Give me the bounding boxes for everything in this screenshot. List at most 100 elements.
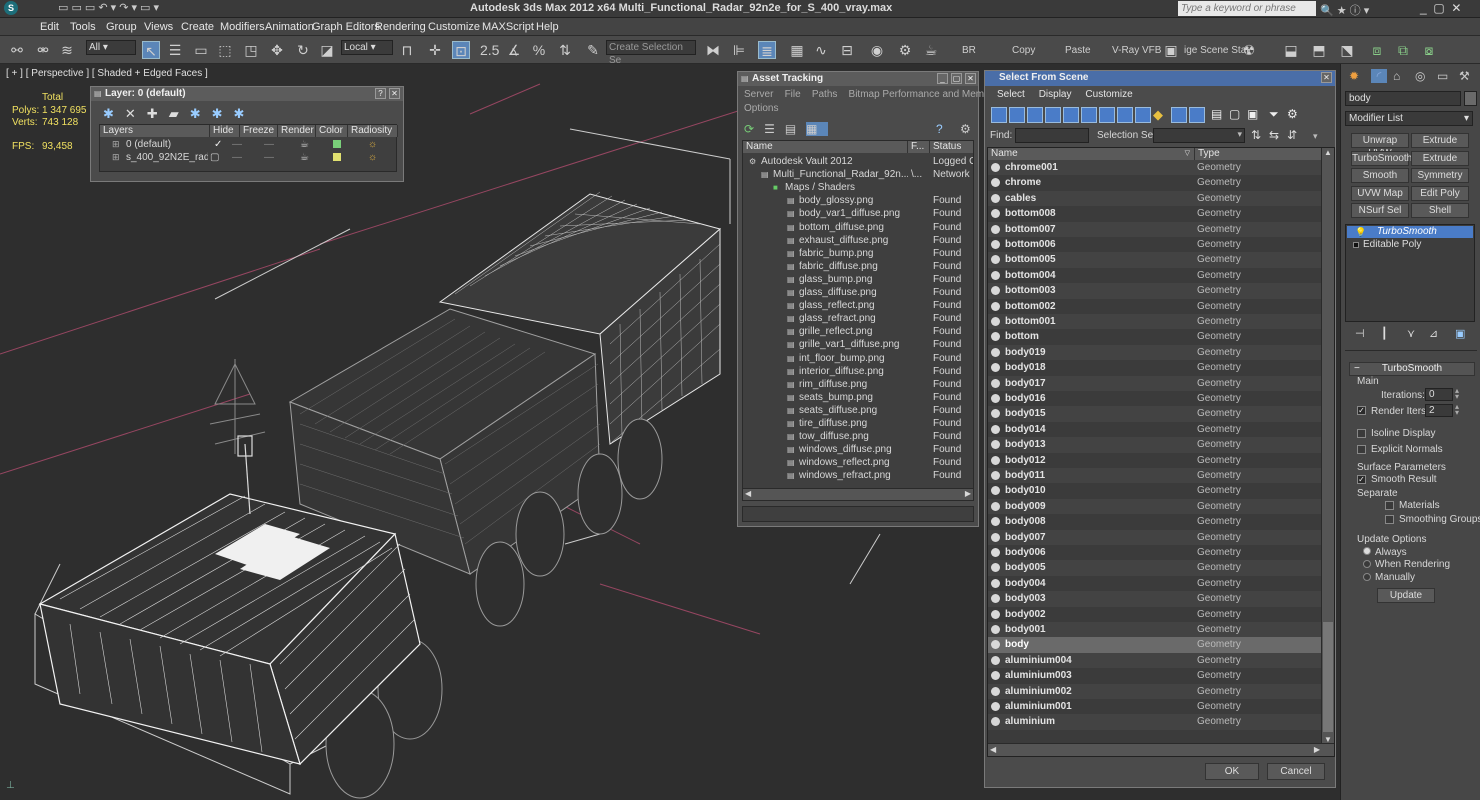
bulb-icon[interactable]: 💡	[1355, 226, 1366, 238]
sfs-row[interactable]: aluminium002 Geometry	[988, 683, 1323, 699]
asset-menu-bitmap[interactable]: Bitmap Performance and Memory	[849, 89, 999, 100]
select-move-icon[interactable]: ◳	[242, 41, 260, 59]
rectangle-selection-icon[interactable]: ▭	[192, 41, 210, 59]
asset-row[interactable]: ▤ windows_reflect.png Found	[743, 456, 973, 469]
filter-bones-icon[interactable]	[1135, 107, 1151, 123]
shell-button[interactable]: Shell	[1411, 203, 1469, 218]
edit-poly-button[interactable]: Edit Poly	[1411, 186, 1469, 201]
uvw-map-button[interactable]: UVW Map	[1351, 186, 1409, 201]
list-view-icon[interactable]: ☰	[764, 122, 785, 136]
color-col-header[interactable]: Color	[316, 125, 348, 137]
br-button[interactable]: BR	[962, 45, 976, 56]
filter-shapes-icon[interactable]	[1009, 107, 1025, 123]
menu-modifiers[interactable]: Modifiers	[220, 21, 265, 33]
radiation-icon[interactable]: ☢	[1240, 41, 1258, 59]
create-layer-icon[interactable]: ✱	[103, 106, 125, 121]
utilities-tab-icon[interactable]: ⚒	[1459, 69, 1470, 83]
sort-c-icon[interactable]: ⇵	[1287, 128, 1297, 142]
named-selection-set-input[interactable]: Create Selection Se	[606, 40, 696, 66]
display-all-icon[interactable]: ▤	[1211, 107, 1222, 121]
unlink-icon[interactable]: ⚮	[34, 41, 52, 59]
stack-toggle-icon[interactable]	[1353, 242, 1359, 248]
asset-menu-options[interactable]: Options	[744, 103, 778, 114]
sfs-menu-customize[interactable]: Customize	[1085, 89, 1132, 100]
asset-close-button[interactable]: ✕	[965, 73, 976, 84]
selection-set-dropdown[interactable]: ▾	[1153, 128, 1245, 143]
asset-name-col-header[interactable]: Name	[743, 141, 908, 153]
layers-col-header[interactable]: Layers	[100, 125, 210, 137]
sfs-row[interactable]: bottom Geometry	[988, 329, 1323, 345]
menu-group[interactable]: Group	[106, 21, 137, 33]
freeze-toggle[interactable]: —	[264, 151, 274, 164]
rotate-icon[interactable]: ↻	[294, 41, 312, 59]
sfs-row[interactable]: body008 Geometry	[988, 514, 1323, 530]
display-none-icon[interactable]: ▢	[1229, 107, 1240, 121]
menu-graph-editors[interactable]: Graph Editors	[312, 21, 380, 33]
asset-row[interactable]: ▤ glass_diffuse.png Found	[743, 286, 973, 299]
hierarchy-tab-icon[interactable]: ⌂	[1393, 69, 1400, 83]
layer-expand-icon[interactable]: ⊞	[112, 151, 120, 164]
filter-funnel-icon[interactable]: ⏷	[1269, 107, 1279, 122]
sfs-row[interactable]: chrome Geometry	[988, 175, 1323, 191]
menu-maxscript[interactable]: MAXScript	[482, 21, 534, 33]
layer-row-default[interactable]: ⊞ 0 (default) ✓ — — ☕ ☼	[100, 138, 396, 151]
sfs-row[interactable]: bottom002 Geometry	[988, 298, 1323, 314]
help-icons[interactable]: 🔍 ★ ⓘ ▾	[1320, 2, 1369, 18]
render-iters-checkbox[interactable]: ✓	[1357, 406, 1366, 415]
filter-containers-icon[interactable]: ◆	[1153, 107, 1169, 123]
layer-box-icon[interactable]: ▢	[210, 151, 219, 164]
layer-close-button[interactable]: ✕	[389, 88, 400, 99]
link-icon[interactable]: ⚯	[8, 41, 26, 59]
manually-radio[interactable]	[1363, 573, 1371, 581]
asset-row[interactable]: ▤ int_floor_bump.png Found	[743, 352, 973, 365]
sfs-row[interactable]: body012 Geometry	[988, 452, 1323, 468]
tool-c-icon[interactable]: ⬔	[1338, 41, 1356, 59]
tool-f-icon[interactable]: ⧇	[1420, 41, 1438, 59]
asset-horizontal-scrollbar[interactable]: ◀ ▶	[743, 488, 973, 500]
turbosmooth-button[interactable]: TurboSmooth	[1351, 151, 1412, 166]
modify-tab-icon[interactable]: ◜	[1371, 69, 1387, 83]
layer-help-button[interactable]: ?	[375, 88, 386, 99]
render-setup-icon[interactable]: ⚙	[896, 41, 914, 59]
unwrap-uvw-button[interactable]: Unwrap UVW	[1351, 133, 1409, 159]
asset-minimize-button[interactable]: _	[937, 73, 948, 84]
scroll-left-arrow-icon[interactable]: ◀	[745, 489, 751, 498]
menu-help[interactable]: Help	[536, 21, 559, 33]
asset-row[interactable]: ▤ glass_reflect.png Found	[743, 299, 973, 312]
turbosmooth-rollout-header[interactable]: − TurboSmooth	[1349, 362, 1475, 376]
sfs-scroll-thumb[interactable]	[1323, 622, 1333, 732]
keyboard-shortcut-override-icon[interactable]: ⊡	[452, 41, 470, 59]
scroll-left-arrow-icon[interactable]: ◀	[990, 745, 996, 754]
filter-xrefs-icon[interactable]	[1117, 107, 1133, 123]
hide-toggle[interactable]: —	[232, 151, 242, 164]
always-radio[interactable]	[1363, 547, 1371, 555]
bind-spacewarp-icon[interactable]: ≋	[58, 41, 76, 59]
filter-spacewarps-icon[interactable]	[1081, 107, 1097, 123]
detail-view-icon[interactable]: ▤	[785, 122, 806, 136]
scene-states-icon[interactable]: ▣	[1162, 41, 1180, 59]
sfs-row[interactable]: aluminium003 Geometry	[988, 668, 1323, 684]
sfs-row[interactable]: body004 Geometry	[988, 575, 1323, 592]
render-teapot-icon[interactable]: ☕	[300, 138, 309, 151]
remove-modifier-icon[interactable]: ⊿	[1429, 327, 1438, 340]
asset-row[interactable]: ▤ body_var1_diffuse.png Found	[743, 207, 973, 220]
angle-snap-icon[interactable]: ∡	[505, 41, 523, 59]
layer-color-swatch[interactable]	[333, 140, 341, 148]
tool-e-icon[interactable]: ⧉	[1394, 41, 1412, 59]
sfs-horizontal-scrollbar[interactable]: ◀ ▶	[988, 743, 1334, 756]
table-view-icon[interactable]: ▦	[806, 122, 828, 136]
quick-access-toolbar[interactable]: ▭ ▭ ▭ ↶ ▾ ↷ ▾ ▭ ▾	[58, 1, 159, 14]
sort-b-icon[interactable]: ⇆	[1269, 128, 1279, 142]
menu-rendering[interactable]: Rendering	[375, 21, 426, 33]
delete-layer-icon[interactable]: ✕	[125, 106, 147, 121]
spinner-arrows-icon[interactable]: ▴ ▾	[1455, 387, 1459, 401]
asset-row[interactable]: ▤ glass_refract.png Found	[743, 312, 973, 325]
spinner-snap-icon[interactable]: ⇅	[556, 41, 574, 59]
sfs-row[interactable]: bottom006 Geometry	[988, 237, 1323, 253]
app-logo-icon[interactable]: S	[4, 1, 18, 15]
asset-menu-server[interactable]: Server	[744, 89, 773, 100]
smoothing-groups-checkbox[interactable]	[1385, 515, 1394, 524]
select-in-layer-icon[interactable]: ▰	[169, 106, 190, 121]
cancel-button[interactable]: Cancel	[1267, 763, 1325, 780]
isoline-display-checkbox[interactable]	[1357, 429, 1366, 438]
